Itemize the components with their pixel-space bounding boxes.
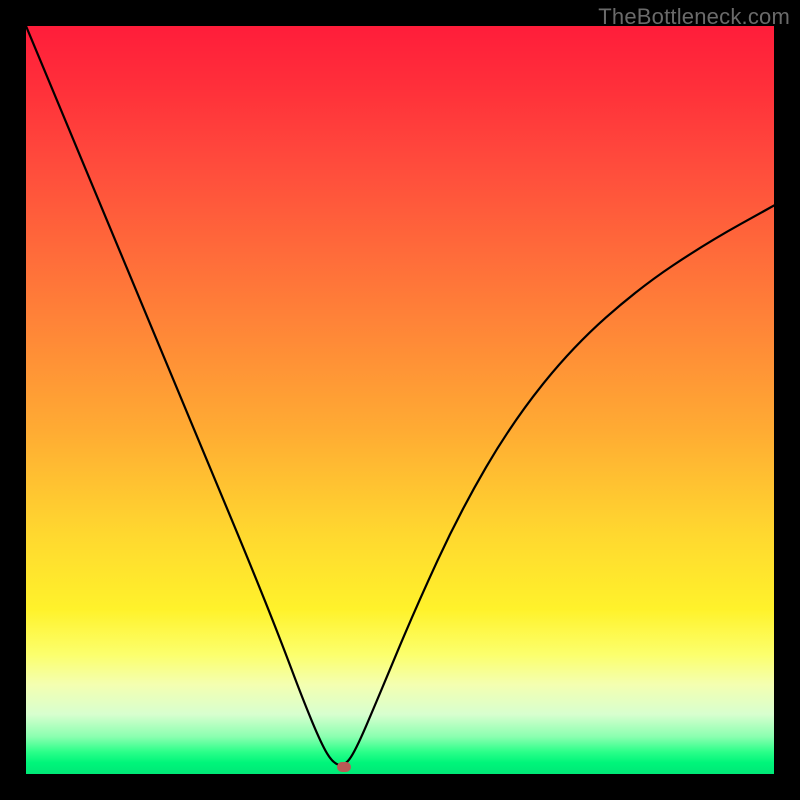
bottleneck-curve <box>26 26 774 774</box>
watermark-text: TheBottleneck.com <box>598 4 790 30</box>
chart-frame: TheBottleneck.com <box>0 0 800 800</box>
minimum-marker <box>337 762 351 772</box>
plot-area <box>26 26 774 774</box>
